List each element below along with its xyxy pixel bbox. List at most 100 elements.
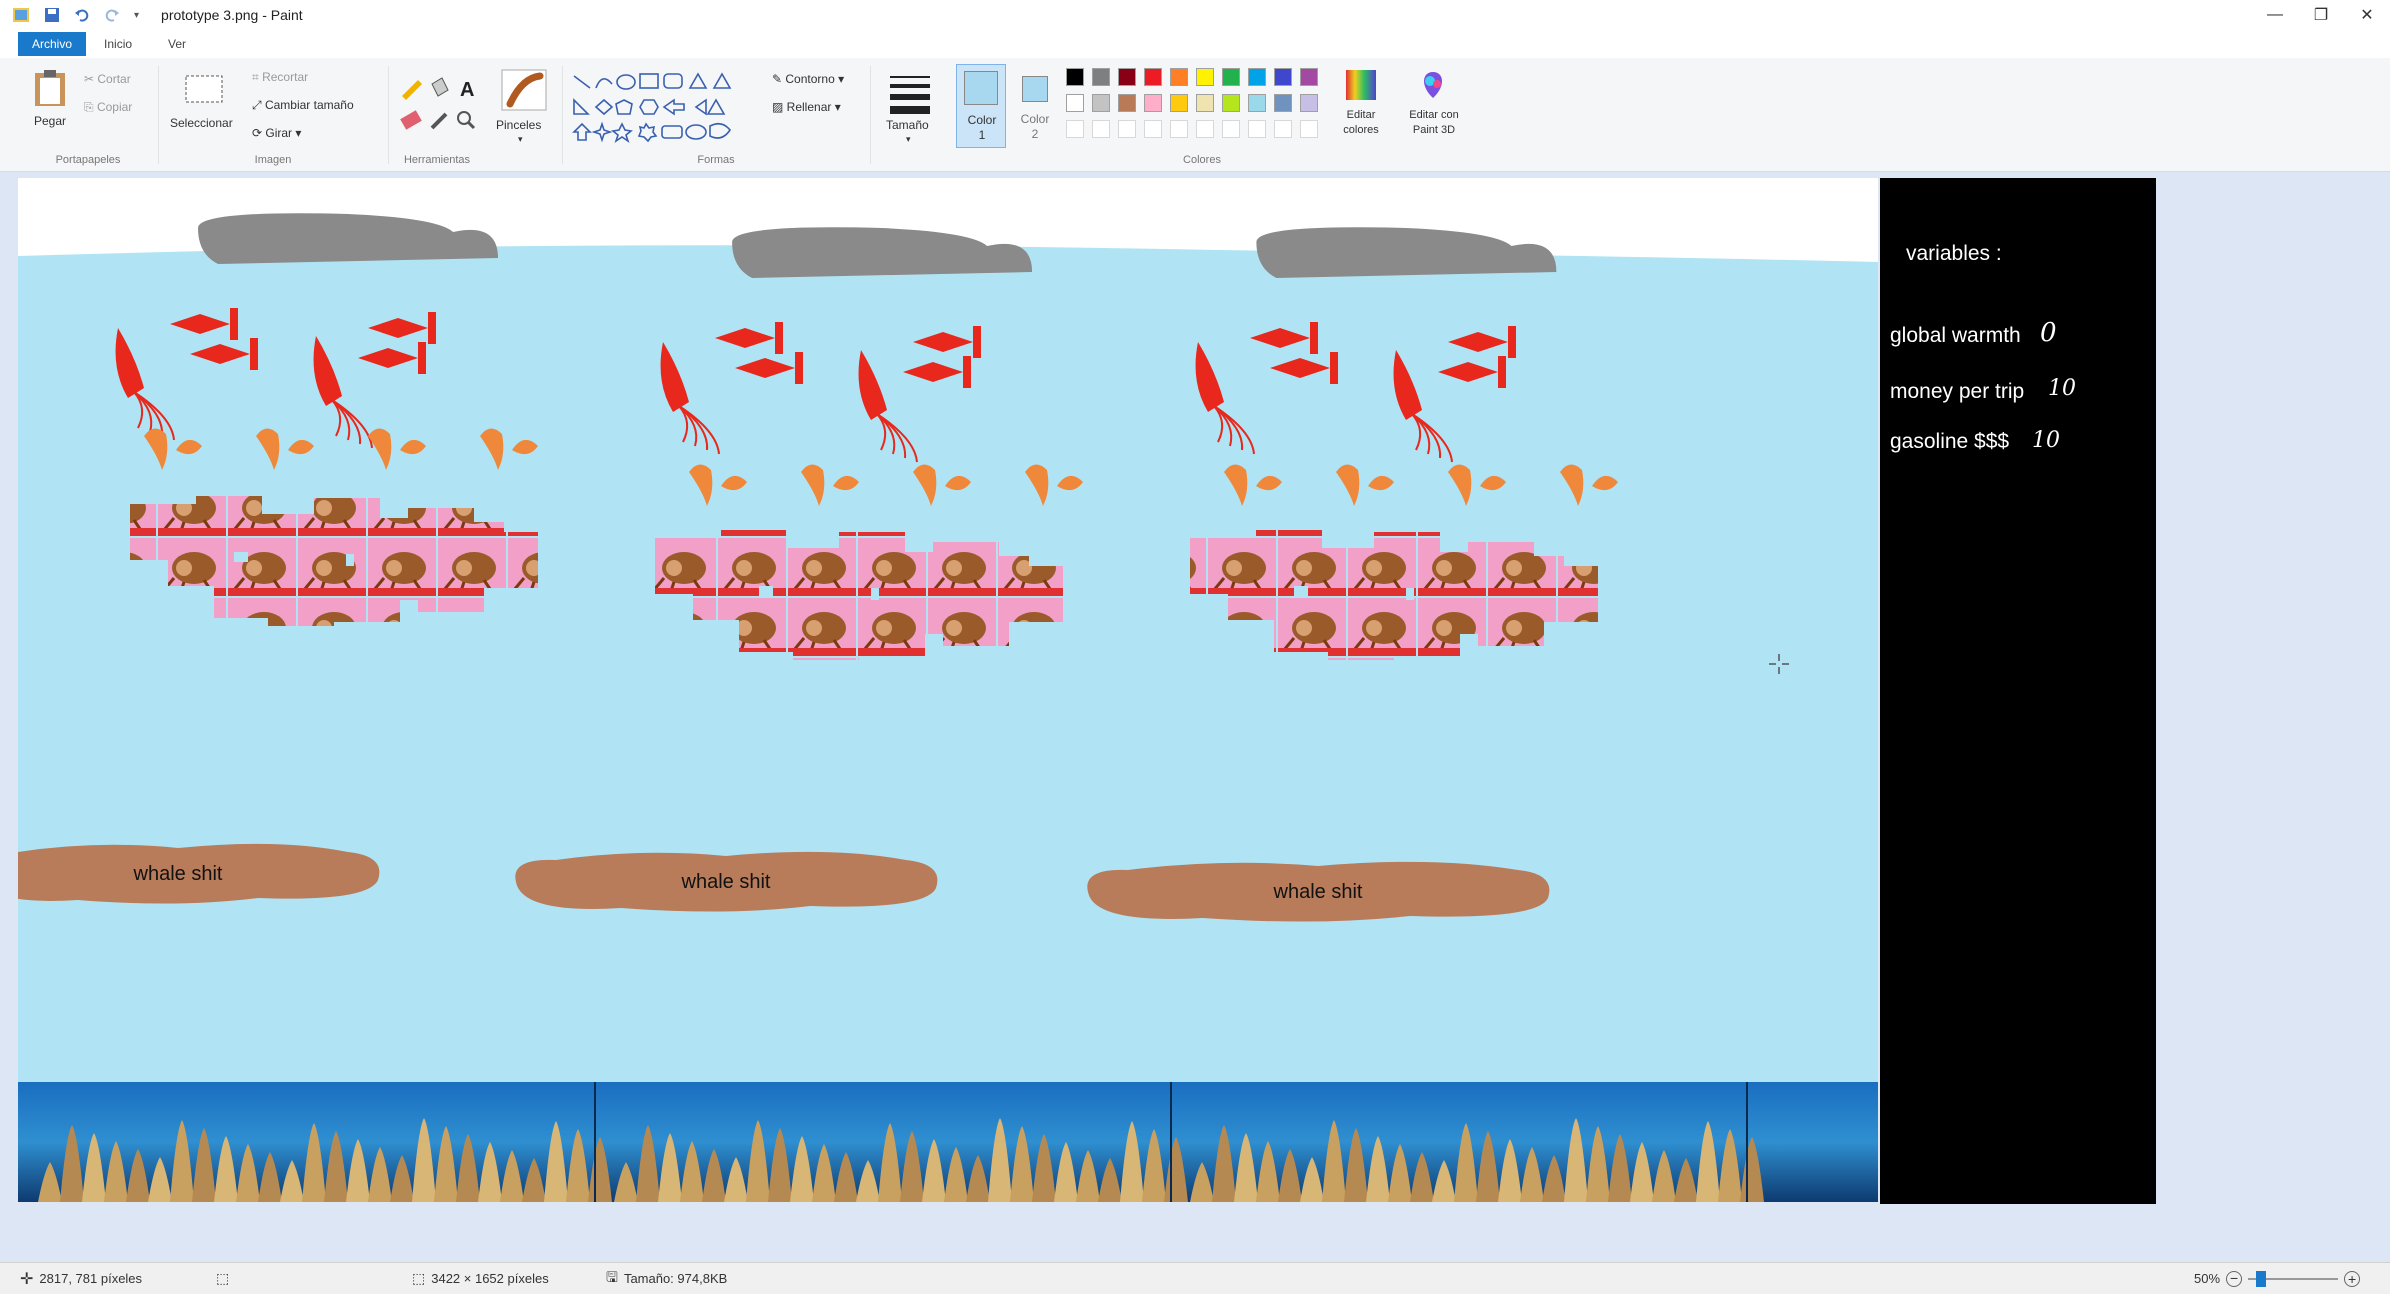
palette-swatch[interactable] <box>1066 120 1084 138</box>
palette-swatch[interactable] <box>1248 120 1266 138</box>
image-size-icon: ⬚ <box>412 1270 426 1286</box>
palette-swatch[interactable] <box>1118 120 1136 138</box>
water-background <box>18 245 1878 1202</box>
color-picker-icon[interactable] <box>430 112 448 130</box>
palette-swatch[interactable] <box>1196 68 1214 86</box>
size-icon <box>890 76 930 114</box>
eraser-icon[interactable] <box>400 110 422 130</box>
palette-swatch[interactable] <box>1274 94 1292 112</box>
copy-button[interactable]: ⎘ Copiar <box>84 100 132 115</box>
paste-button[interactable]: Pegar <box>28 66 72 138</box>
palette-swatch[interactable] <box>1222 94 1240 112</box>
window-title: prototype 3.png - Paint <box>161 7 303 23</box>
zoom-in-icon[interactable]: + <box>2344 1270 2361 1287</box>
selection-size-icon: ⬚ <box>216 1270 230 1286</box>
palette-swatch[interactable] <box>1066 94 1084 112</box>
minimize-icon[interactable]: — <box>2252 0 2298 30</box>
var-label-global-warmth: global warmth <box>1890 324 2021 347</box>
image-size-text: 3422 × 1652 píxeles <box>431 1271 549 1286</box>
ribbon-divider <box>870 66 871 164</box>
whale-shit-label: whale shit <box>1273 881 1363 903</box>
palette-swatch[interactable] <box>1118 94 1136 112</box>
restore-icon[interactable]: ❐ <box>2298 0 2344 30</box>
rainbow-palette-icon <box>1346 70 1376 100</box>
palette-swatch[interactable] <box>1248 94 1266 112</box>
color-palette <box>1062 62 1342 152</box>
ribbon-divider <box>388 66 389 164</box>
paint-window: ▾ prototype 3.png - Paint — ❐ ✕ Archivo … <box>0 0 2390 1294</box>
cut-button[interactable]: ✂ Cortar <box>84 72 131 86</box>
text-icon[interactable]: A <box>460 79 474 101</box>
zoom-control: 50% − + <box>2194 1270 2361 1287</box>
color2-button[interactable]: Color 2 <box>1010 64 1060 148</box>
palette-swatch[interactable] <box>1170 120 1188 138</box>
resize-button[interactable]: ⤢ Cambiar tamaño <box>252 98 354 113</box>
crop-label: Recortar <box>262 70 309 84</box>
select-button[interactable]: Seleccionar <box>164 66 244 146</box>
palette-swatch[interactable] <box>1300 94 1318 112</box>
customize-qa-icon[interactable]: ▾ <box>134 10 139 21</box>
size-button[interactable]: Tamaño ▾ <box>874 62 948 168</box>
rotate-button[interactable]: ⟳ Girar ▾ <box>252 126 301 140</box>
paint3d-button[interactable]: Editar con Paint 3D <box>1394 66 1474 152</box>
palette-swatch[interactable] <box>1274 68 1292 86</box>
palette-swatch[interactable] <box>1144 120 1162 138</box>
group-formas: ✎ Contorno ▾ ▨ Rellenar ▾ Formas <box>564 62 868 168</box>
palette-swatch[interactable] <box>1170 68 1188 86</box>
tab-archivo[interactable]: Archivo <box>18 32 87 56</box>
chevron-down-icon: ▾ <box>906 134 911 144</box>
zoom-slider[interactable] <box>2248 1270 2339 1287</box>
outline-button[interactable]: ✎ Contorno ▾ <box>772 72 844 86</box>
group-portapapeles: Pegar ✂ Cortar ⎘ Copiar Portapapeles <box>20 62 156 168</box>
outline-label: Contorno <box>785 72 835 86</box>
zoom-out-icon[interactable]: − <box>2226 1270 2243 1287</box>
palette-swatch[interactable] <box>1092 68 1110 86</box>
whale-shit-label: whale shit <box>133 863 223 885</box>
palette-swatch[interactable] <box>1170 94 1188 112</box>
undo-icon[interactable] <box>74 7 90 23</box>
quick-access-toolbar: ▾ <box>0 6 139 24</box>
fill-button[interactable]: ▨ Rellenar ▾ <box>772 100 841 114</box>
variables-panel: variables : global warmth 0 money per tr… <box>1880 178 2156 1204</box>
redo-icon[interactable] <box>104 7 120 23</box>
palette-swatch[interactable] <box>1248 68 1266 86</box>
tab-ver[interactable]: Ver <box>150 32 204 56</box>
palette-swatch[interactable] <box>1222 68 1240 86</box>
close-icon[interactable]: ✕ <box>2344 0 2390 30</box>
chevron-down-icon: ▾ <box>518 134 523 144</box>
edit-colors-label: Editar colores <box>1343 109 1379 136</box>
crop-button[interactable]: ⌗ Recortar <box>252 70 308 85</box>
tab-inicio[interactable]: Inicio <box>86 32 150 56</box>
zoom-level: 50% <box>2194 1271 2221 1286</box>
color1-button[interactable]: Color 1 <box>956 64 1006 148</box>
rotate-label: Girar <box>265 126 293 140</box>
edit-colors-button[interactable]: Editar colores <box>1334 66 1388 152</box>
palette-swatch[interactable] <box>1144 68 1162 86</box>
palette-swatch[interactable] <box>1222 120 1240 138</box>
shapes-gallery[interactable] <box>570 70 770 150</box>
drawing-canvas[interactable]: whale shit whale shit whale shit <box>18 178 1878 1202</box>
paint3d-label: Editar con Paint 3D <box>1409 109 1459 136</box>
palette-swatch[interactable] <box>1092 94 1110 112</box>
color2-swatch <box>1022 76 1048 102</box>
fill-label: Rellenar <box>786 100 832 114</box>
ribbon-tabs: Archivo Inicio Ver <box>0 30 2390 58</box>
palette-swatch[interactable] <box>1196 120 1214 138</box>
brushes-button[interactable]: Pinceles ▾ <box>488 62 558 168</box>
fill-icon[interactable] <box>431 77 449 97</box>
size-label: Tamaño <box>886 118 929 132</box>
palette-swatch[interactable] <box>1274 120 1292 138</box>
palette-swatch[interactable] <box>1196 94 1214 112</box>
pencil-icon[interactable] <box>402 80 422 100</box>
palette-swatch[interactable] <box>1118 68 1136 86</box>
palette-swatch[interactable] <box>1066 68 1084 86</box>
zoom-slider-thumb[interactable] <box>2256 1270 2267 1287</box>
save-icon[interactable] <box>44 7 60 23</box>
palette-swatch[interactable] <box>1300 120 1318 138</box>
palette-swatch[interactable] <box>1092 120 1110 138</box>
palette-swatch[interactable] <box>1300 68 1318 86</box>
var-label-money-per-trip: money per trip <box>1890 380 2025 403</box>
cursor-position: ✛ 2817, 781 píxeles <box>20 1269 142 1289</box>
palette-swatch[interactable] <box>1144 94 1162 112</box>
magnifier-icon[interactable] <box>457 111 476 130</box>
